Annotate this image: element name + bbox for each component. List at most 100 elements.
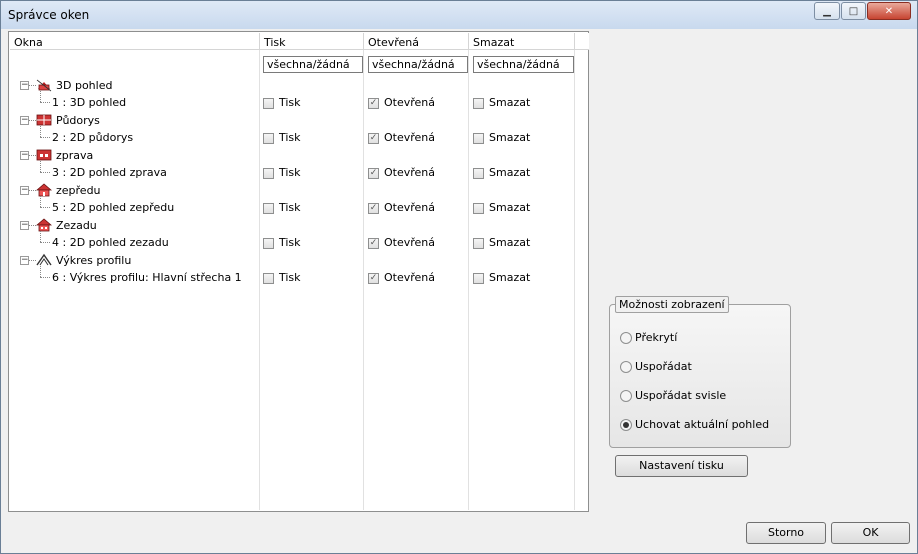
tree-group-label[interactable]: Výkres profilu bbox=[56, 254, 131, 271]
display-options-group: Možnosti zobrazení Překrytí Uspořádat Us… bbox=[609, 296, 791, 448]
column-header-open[interactable]: Otevřená bbox=[364, 33, 469, 50]
column-header-delete[interactable]: Smazat bbox=[469, 33, 575, 50]
open-checkbox-label: Otevřená bbox=[384, 236, 436, 249]
column-header-windows[interactable]: Okna bbox=[10, 33, 260, 50]
column-divider bbox=[468, 50, 469, 510]
open-checkbox[interactable]: ✓ bbox=[368, 203, 379, 214]
print-checkbox-label: Tisk bbox=[279, 166, 301, 179]
radio-overlap[interactable] bbox=[620, 332, 632, 344]
tree-group-label[interactable]: Půdorys bbox=[56, 114, 100, 131]
front-view-icon bbox=[35, 183, 53, 197]
3d-view-icon bbox=[36, 78, 52, 92]
tree-connector bbox=[40, 196, 41, 207]
radio-arrange[interactable] bbox=[620, 361, 632, 373]
open-checkbox-label: Otevřená bbox=[384, 201, 436, 214]
tree-item-label[interactable]: 2 : 2D půdorys bbox=[52, 131, 133, 148]
open-checkbox[interactable]: ✓ bbox=[368, 168, 379, 179]
minimize-icon: ▁ bbox=[823, 5, 831, 17]
tree-item-label[interactable]: 1 : 3D pohled bbox=[52, 96, 126, 113]
column-header-filler bbox=[575, 33, 589, 50]
radio-arrange-vertical-label: Uspořádat svisle bbox=[635, 389, 727, 402]
column-divider bbox=[574, 50, 575, 510]
print-checkbox[interactable] bbox=[263, 98, 274, 109]
print-checkbox-label: Tisk bbox=[279, 236, 301, 249]
tree-connector bbox=[29, 120, 36, 121]
tree-group-label[interactable]: zepředu bbox=[56, 184, 101, 201]
tree-group-label[interactable]: Zezadu bbox=[56, 219, 97, 236]
tree-connector bbox=[40, 126, 41, 137]
tree-connector bbox=[40, 91, 41, 102]
delete-checkbox-label: Smazat bbox=[489, 96, 531, 109]
tree-connector bbox=[29, 190, 36, 191]
print-all-none-select[interactable]: všechna/žádná bbox=[263, 56, 363, 73]
tree-connector bbox=[40, 102, 50, 103]
print-checkbox[interactable] bbox=[263, 168, 274, 179]
tree-item-label[interactable]: 5 : 2D pohled zepředu bbox=[52, 201, 174, 218]
rear-view-icon bbox=[35, 218, 53, 232]
tree-connector bbox=[29, 155, 36, 156]
print-checkbox[interactable] bbox=[263, 203, 274, 214]
tree-item-label[interactable]: 6 : Výkres profilu: Hlavní střecha 1 bbox=[52, 271, 242, 288]
tree-item-label[interactable]: 3 : 2D pohled zprava bbox=[52, 166, 167, 183]
open-checkbox-label: Otevřená bbox=[384, 131, 436, 144]
delete-checkbox[interactable] bbox=[473, 98, 484, 109]
column-header-print[interactable]: Tisk bbox=[260, 33, 364, 50]
maximize-button[interactable]: □ bbox=[841, 2, 866, 20]
tree-expander[interactable]: − bbox=[20, 186, 29, 195]
print-checkbox[interactable] bbox=[263, 238, 274, 249]
close-button[interactable]: ✕ bbox=[867, 2, 911, 20]
tree-connector bbox=[29, 85, 36, 86]
tree-expander[interactable]: − bbox=[20, 81, 29, 90]
delete-checkbox[interactable] bbox=[473, 133, 484, 144]
open-checkbox[interactable]: ✓ bbox=[368, 238, 379, 249]
print-checkbox-label: Tisk bbox=[279, 201, 301, 214]
open-checkbox[interactable]: ✓ bbox=[368, 133, 379, 144]
delete-checkbox[interactable] bbox=[473, 273, 484, 284]
cancel-button[interactable]: Storno bbox=[746, 522, 826, 544]
minimize-button[interactable]: ▁ bbox=[814, 2, 840, 20]
ok-button[interactable]: OK bbox=[831, 522, 910, 544]
display-options-title: Možnosti zobrazení bbox=[615, 296, 729, 313]
delete-checkbox-label: Smazat bbox=[489, 236, 531, 249]
delete-checkbox-label: Smazat bbox=[489, 271, 531, 284]
radio-arrange-vertical[interactable] bbox=[620, 390, 632, 402]
tree-connector bbox=[40, 231, 41, 242]
dialog-client-area: Okna Tisk Otevřená Smazat všechna/žádná … bbox=[8, 31, 912, 548]
tree-group-label[interactable]: 3D pohled bbox=[56, 79, 112, 96]
column-divider bbox=[259, 50, 260, 510]
open-checkbox[interactable]: ✓ bbox=[368, 98, 379, 109]
radio-overlap-label: Překrytí bbox=[635, 331, 678, 344]
tree-connector bbox=[40, 266, 41, 277]
open-checkbox-label: Otevřená bbox=[384, 166, 436, 179]
tree-expander[interactable]: − bbox=[20, 221, 29, 230]
tree-item-label[interactable]: 4 : 2D pohled zezadu bbox=[52, 236, 169, 253]
radio-keep-current-view[interactable] bbox=[620, 419, 632, 431]
tree-expander[interactable]: − bbox=[20, 151, 29, 160]
tree-expander[interactable]: − bbox=[20, 116, 29, 125]
tree-connector bbox=[40, 161, 41, 172]
open-checkbox[interactable]: ✓ bbox=[368, 273, 379, 284]
delete-checkbox-label: Smazat bbox=[489, 131, 531, 144]
tree-connector bbox=[29, 260, 36, 261]
tree-group-label[interactable]: zprava bbox=[56, 149, 93, 166]
print-checkbox-label: Tisk bbox=[279, 96, 301, 109]
print-checkbox[interactable] bbox=[263, 273, 274, 284]
tree-connector bbox=[29, 225, 36, 226]
delete-checkbox[interactable] bbox=[473, 168, 484, 179]
open-checkbox-label: Otevřená bbox=[384, 96, 436, 109]
delete-all-none-select[interactable]: všechna/žádná bbox=[473, 56, 574, 73]
print-settings-button[interactable]: Nastavení tisku bbox=[615, 455, 748, 477]
delete-checkbox[interactable] bbox=[473, 203, 484, 214]
tree-expander[interactable]: − bbox=[20, 256, 29, 265]
close-icon: ✕ bbox=[884, 5, 894, 17]
print-checkbox-label: Tisk bbox=[279, 131, 301, 144]
delete-checkbox[interactable] bbox=[473, 238, 484, 249]
windows-grid: Okna Tisk Otevřená Smazat všechna/žádná … bbox=[8, 31, 589, 512]
print-checkbox[interactable] bbox=[263, 133, 274, 144]
delete-checkbox-label: Smazat bbox=[489, 201, 531, 214]
title-bar: Správce oken ▁ □ ✕ bbox=[1, 1, 917, 29]
tree-connector bbox=[40, 277, 50, 278]
radio-arrange-label: Uspořádat bbox=[635, 360, 692, 373]
open-all-none-select[interactable]: všechna/žádná bbox=[368, 56, 468, 73]
tree-connector bbox=[40, 137, 50, 138]
